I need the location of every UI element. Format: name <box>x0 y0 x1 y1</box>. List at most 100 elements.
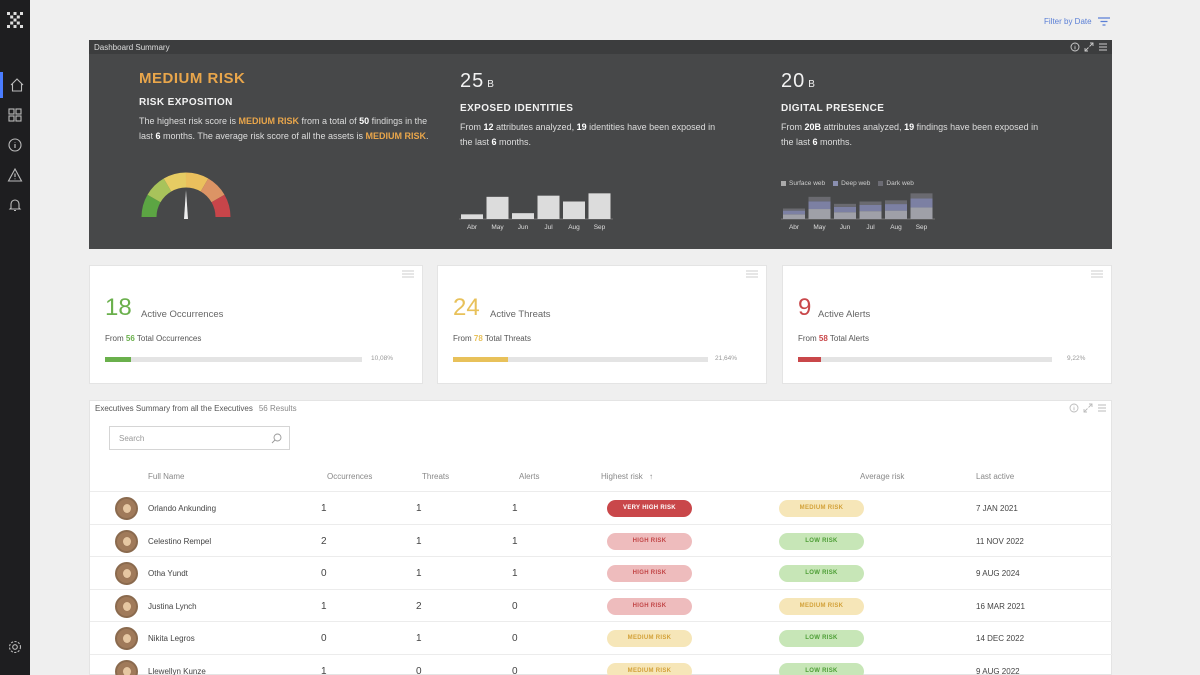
menu-icon[interactable] <box>402 270 414 278</box>
identities-subtitle: EXPOSED IDENTITIES <box>460 103 574 114</box>
chart-bar-segment <box>910 207 933 219</box>
cell-threats: 1 <box>416 535 422 547</box>
presence-legend: Surface web Deep web Dark web <box>781 180 914 187</box>
search-icon[interactable] <box>271 433 282 444</box>
sort-arrow-icon[interactable]: ↑ <box>649 472 653 481</box>
chart-bar <box>588 193 611 219</box>
chart-bar-segment <box>783 208 805 211</box>
chart-bar-segment <box>910 198 933 208</box>
identities-chart: Abr May Jun Jul Aug Sep <box>459 193 613 231</box>
chart-bar-segment <box>859 211 882 219</box>
grid-icon <box>8 108 22 122</box>
avatar <box>115 659 138 675</box>
bell-icon <box>8 199 22 212</box>
sidebar-item-dashboard[interactable] <box>0 102 30 128</box>
logo-icon[interactable] <box>6 11 24 29</box>
chart-tick-label: Abr <box>789 224 800 231</box>
table-row[interactable]: Otha Yundt 0 1 1 HIGH RISK LOW RISK 9 AUG 2024 <box>90 556 1113 588</box>
highest-risk-badge: MEDIUM RISK <box>607 630 692 647</box>
sidebar-item-notifications[interactable] <box>0 192 30 218</box>
threats-label: Active Threats <box>490 309 551 320</box>
panel-header: Executives Summary from all the Executiv… <box>90 401 1111 415</box>
sidebar <box>0 0 30 675</box>
chart-tick-label: May <box>813 224 826 231</box>
cell-occurrences: 2 <box>321 535 327 547</box>
average-risk-badge: LOW RISK <box>779 565 864 582</box>
filter-icon[interactable] <box>1097 17 1110 26</box>
dashboard-summary-panel: Dashboard Summary MEDIUM RISK RISK EXPOS… <box>89 40 1112 249</box>
presence-subtitle: DIGITAL PRESENCE <box>781 103 885 114</box>
chart-tick-label: Aug <box>568 224 580 231</box>
cell-last-active: 9 AUG 2022 <box>976 666 1020 675</box>
panel-header: Dashboard Summary <box>89 40 1112 54</box>
chart-bar-segment <box>808 209 831 219</box>
presence-value: 20 B <box>781 70 816 92</box>
cell-occurrences: 1 <box>321 503 327 514</box>
expand-icon[interactable] <box>1084 42 1094 52</box>
table-row[interactable]: Nikita Legros 0 1 0 MEDIUM RISK LOW RISK 14 DE… <box>90 621 1113 653</box>
chart-bar <box>461 214 483 219</box>
executives-panel: Executives Summary from all the Executiv… <box>89 400 1113 675</box>
menu-icon[interactable] <box>1097 403 1107 413</box>
presence-chart: Abr May Jun Jul Aug Sep <box>781 193 935 231</box>
risk-description: The highest risk score is MEDIUM RISK fr… <box>139 116 429 141</box>
menu-icon[interactable] <box>1098 42 1108 52</box>
col-alerts[interactable]: Alerts <box>519 472 539 481</box>
filter-label[interactable]: Filter by Date <box>1044 17 1092 26</box>
cell-occurrences: 1 <box>321 665 327 675</box>
cell-threats: 0 <box>416 665 422 675</box>
card-threats: 24 Active Threats From 78 Total Threats … <box>437 265 767 384</box>
sidebar-item-home[interactable] <box>0 72 30 98</box>
search-input[interactable]: Search <box>109 426 290 450</box>
chart-bar-segment <box>859 201 882 205</box>
card-alerts: 9 Active Alerts From 58 Total Alerts 9,2… <box>782 265 1112 384</box>
cell-threats: 2 <box>416 600 422 612</box>
sidebar-item-settings[interactable] <box>0 634 30 660</box>
highest-risk-badge: HIGH RISK <box>607 597 692 615</box>
threats-value: 24 <box>453 294 480 321</box>
col-last-active[interactable]: Last active <box>976 472 1014 481</box>
cell-name: Otha Yundt <box>148 569 188 578</box>
menu-icon[interactable] <box>1091 270 1103 278</box>
presence-description: From 20B attributes analyzed, 19 finding… <box>781 122 1039 147</box>
chart-tick-label: Sep <box>916 224 928 231</box>
legend-surface-web: Surface web <box>781 180 825 187</box>
cell-threats: 1 <box>416 633 422 644</box>
chart-bar-segment <box>783 214 805 219</box>
chart-bar-segment <box>808 201 831 210</box>
chart-bar <box>563 201 585 219</box>
col-average-risk[interactable]: Average risk <box>860 472 904 481</box>
expand-icon[interactable] <box>1083 403 1093 413</box>
col-threats[interactable]: Threats <box>422 472 449 481</box>
chart-bar-segment <box>834 206 856 213</box>
risk-level: MEDIUM RISK <box>139 70 246 87</box>
average-risk-badge: LOW RISK <box>779 532 864 550</box>
occurrences-percent: 10,08% <box>371 355 394 362</box>
panel-title: Executives Summary from all the Executiv… <box>95 404 253 413</box>
progress-fill <box>453 357 509 362</box>
cell-alerts: 0 <box>512 633 518 644</box>
filter-by-date[interactable]: Filter by Date <box>1044 17 1110 26</box>
cell-last-active: 11 NOV 2022 <box>976 536 1024 546</box>
cell-name: Orlando Ankunding <box>148 504 217 513</box>
table-row[interactable]: Celestino Rempel 2 1 1 HIGH RISK LOW RISK 11 N… <box>90 523 1113 556</box>
table-row[interactable]: Justina Lynch 1 2 0 HIGH RISK MEDIUM RISK 16 M… <box>90 588 1113 621</box>
highest-risk-badge: HIGH RISK <box>607 532 692 550</box>
col-occurrences[interactable]: Occurrences <box>327 472 372 481</box>
avatar <box>115 529 138 553</box>
info-icon[interactable] <box>1070 42 1080 52</box>
average-risk-badge: MEDIUM RISK <box>779 597 864 615</box>
cell-name: Nikita Legros <box>148 634 195 643</box>
chart-tick-label: Abr <box>467 224 478 231</box>
col-full-name[interactable]: Full Name <box>148 472 184 481</box>
sidebar-item-alerts[interactable] <box>0 162 30 188</box>
table-row[interactable]: Llewellyn Kunze 1 0 0 MEDIUM RISK LOW RISK 9 A… <box>90 653 1113 675</box>
sidebar-item-info[interactable] <box>0 132 30 158</box>
card-occurrences: 18 Active Occurrences From 56 Total Occu… <box>89 265 423 384</box>
col-highest-risk[interactable]: Highest risk ↑ <box>601 472 653 481</box>
occurrences-value: 18 <box>105 294 132 321</box>
info-icon[interactable] <box>1069 403 1079 413</box>
menu-icon[interactable] <box>746 270 758 278</box>
table-row[interactable]: Orlando Ankunding 1 1 1 VERY HIGH RISK MEDIUM… <box>90 491 1113 523</box>
panel-title: Dashboard Summary <box>94 43 170 52</box>
